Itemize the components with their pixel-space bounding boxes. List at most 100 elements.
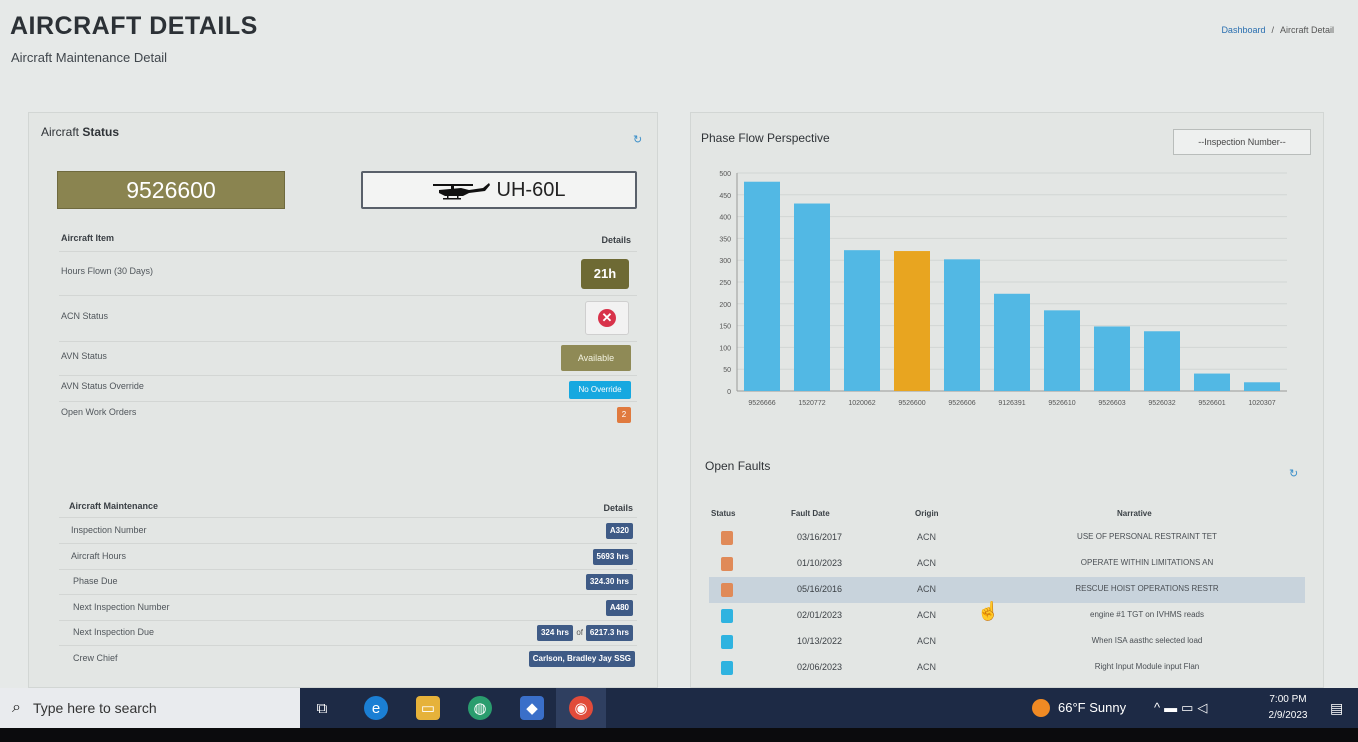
tail-number-display: 9526600 <box>57 171 285 209</box>
fault-row[interactable]: 03/16/2017 ACN USE OF PERSONAL RESTRAINT T… <box>709 525 1305 551</box>
chrome-browser-icon[interactable]: ◉ <box>569 696 593 720</box>
chart-bar <box>1244 382 1280 391</box>
chart-bar <box>894 251 930 391</box>
fault-date: 10/13/2022 <box>797 636 843 646</box>
open-work-orders-badge[interactable]: 2 <box>617 407 631 423</box>
taskbar-search[interactable]: ⌕ Type here to search <box>0 688 300 728</box>
edge-browser-icon[interactable]: e <box>364 696 388 720</box>
globe-app-icon[interactable]: ◍ <box>468 696 492 720</box>
x-tick-label: 9126391 <box>998 400 1025 407</box>
fault-status-icon[interactable] <box>721 557 733 571</box>
phase-due-badge: 324.30 hrs <box>585 574 633 590</box>
breadcrumb-dashboard-link[interactable]: Dashboard <box>1221 25 1265 35</box>
fault-row[interactable]: 10/13/2022 ACN When ISA aasthc selected lo… <box>709 629 1305 655</box>
system-tray-icons[interactable]: ^▬▭◁ <box>1154 700 1211 716</box>
chart-bar <box>944 259 980 391</box>
open-faults-title: Open Faults <box>705 459 771 473</box>
acn-status-label: ACN Status <box>61 311 109 321</box>
search-icon: ⌕ <box>12 699 21 716</box>
x-tick-label: 9526603 <box>1098 400 1125 407</box>
fault-status-icon[interactable] <box>721 531 733 545</box>
fault-origin: ACN <box>917 532 937 542</box>
notification-icon[interactable]: ▤ <box>1330 700 1343 717</box>
y-tick-label: 100 <box>719 345 731 352</box>
fault-narrative: OPERATE WITHIN LIMITATIONS AN <box>1080 558 1214 567</box>
crew-chief-badge[interactable]: Carlson, Bradley Jay SSG <box>528 651 635 667</box>
hours-flown-label: Hours Flown (30 Days) <box>61 266 154 276</box>
fault-row[interactable]: 05/16/2016 ACN RESCUE HOIST OPERATIONS RES… <box>709 577 1305 603</box>
taskbar: ⌕ Type here to search ⧉ e ▭ ◍ ◆ ◉ 66°F S… <box>0 688 1358 728</box>
error-icon: ✕ <box>598 309 616 327</box>
task-view-icon[interactable]: ⧉ <box>310 696 334 720</box>
divider <box>59 251 637 252</box>
fault-narrative: Right Input Module input Flan <box>1094 662 1200 671</box>
fault-origin: ACN <box>917 558 937 568</box>
chart-bar <box>844 250 880 391</box>
fault-status-icon[interactable] <box>721 609 733 623</box>
fault-status-icon[interactable] <box>721 661 733 675</box>
y-tick-label: 350 <box>719 236 731 243</box>
y-tick-label: 500 <box>719 171 731 178</box>
divider <box>59 295 637 296</box>
helicopter-icon <box>432 179 491 201</box>
next-inspection-due-label: Next Inspection Due <box>73 627 155 637</box>
y-tick-label: 50 <box>723 367 731 374</box>
avn-status-badge: Available <box>561 345 631 371</box>
chart-bar <box>1144 331 1180 391</box>
y-tick-label: 450 <box>719 193 731 200</box>
divider <box>59 517 637 518</box>
faults-refresh-icon[interactable]: ↻ <box>1289 467 1298 480</box>
fault-status-icon[interactable] <box>721 635 733 649</box>
acn-status-indicator[interactable]: ✕ <box>585 301 629 335</box>
search-placeholder: Type here to search <box>32 700 157 716</box>
page-title: AIRCRAFT DETAILS <box>10 12 258 40</box>
x-tick-label: 9526606 <box>948 400 975 407</box>
fault-date: 05/16/2016 <box>797 584 843 594</box>
fault-narrative: When ISA aasthc selected load <box>1091 636 1203 645</box>
fault-origin: ACN <box>917 610 937 620</box>
aircraft-maintenance-header: Aircraft Maintenance <box>69 501 159 511</box>
fault-status-icon[interactable] <box>721 583 733 597</box>
page-subtitle: Aircraft Maintenance Detail <box>11 50 168 65</box>
aircraft-status-title-prefix: Aircraft <box>41 125 80 139</box>
fault-origin: ACN <box>917 584 937 594</box>
phase-due-label: Phase Due <box>73 576 118 586</box>
breadcrumb-separator: / <box>1271 25 1274 35</box>
fault-narrative-header: Narrative <box>1117 509 1152 518</box>
y-tick-label: 400 <box>719 215 731 222</box>
divider <box>59 341 637 342</box>
maintenance-details-header: Details <box>603 503 633 513</box>
breadcrumb: Dashboard / Aircraft Detail <box>1221 25 1334 35</box>
weather-text[interactable]: 66°F Sunny <box>1058 700 1126 715</box>
chart-bar <box>1044 310 1080 391</box>
inspection-number-select[interactable]: --Inspection Number-- <box>1173 129 1311 155</box>
avn-status-label: AVN Status <box>61 351 107 361</box>
refresh-icon[interactable]: ↻ <box>633 133 642 146</box>
file-explorer-icon[interactable]: ▭ <box>416 696 440 720</box>
fault-row[interactable]: 02/01/2023 ACN engine #1 TGT on IVHMS read… <box>709 603 1305 629</box>
x-tick-label: 9526601 <box>1198 400 1225 407</box>
next-inspection-due-badge: 324 hrs <box>536 625 573 641</box>
screen-bezel <box>0 728 1358 742</box>
fault-origin: ACN <box>917 662 937 672</box>
divider <box>59 401 637 402</box>
clock-time[interactable]: 7:00 PM <box>1262 694 1314 705</box>
x-tick-label: 9526032 <box>1148 400 1175 407</box>
fault-row[interactable]: 01/10/2023 ACN OPERATE WITHIN LIMITATIONS … <box>709 551 1305 577</box>
phase-flow-panel: Phase Flow Perspective --Inspection Numb… <box>690 112 1324 688</box>
x-tick-label: 1520772 <box>798 400 825 407</box>
chart-bar <box>1094 326 1130 391</box>
clock-date[interactable]: 2/9/2023 <box>1262 710 1314 721</box>
fault-row[interactable]: 02/06/2023 ACN Right Input Module input Fl… <box>709 655 1305 681</box>
chart-bar <box>994 293 1030 391</box>
weather-sun-icon[interactable] <box>1032 699 1050 717</box>
breadcrumb-current: Aircraft Detail <box>1279 25 1334 35</box>
aircraft-status-panel: Aircraft Status ↻ 9526600 UH-60L Aircraf… <box>28 112 658 688</box>
app-icon[interactable]: ◆ <box>520 696 544 720</box>
avn-override-badge: No Override <box>569 381 631 399</box>
y-tick-label: 0 <box>727 389 731 396</box>
aircraft-hours-badge: 5693 hrs <box>592 549 633 565</box>
next-inspection-number-badge: A480 <box>605 600 633 616</box>
inspection-number-badge: A320 <box>605 523 633 539</box>
divider <box>59 620 637 621</box>
